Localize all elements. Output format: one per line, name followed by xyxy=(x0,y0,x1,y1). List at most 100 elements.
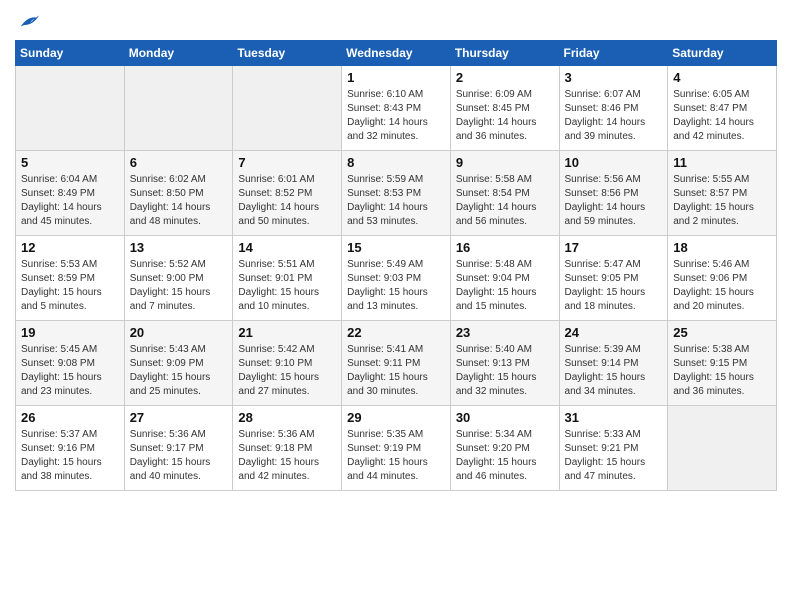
day-detail: Sunrise: 5:48 AMSunset: 9:04 PMDaylight:… xyxy=(456,258,554,314)
day-detail: Sunrise: 5:47 AMSunset: 9:05 PMDaylight:… xyxy=(565,258,663,314)
calendar-cell: 8 Sunrise: 5:59 AMSunset: 8:53 PMDaylight… xyxy=(342,151,451,236)
calendar-cell: 20 Sunrise: 5:43 AMSunset: 9:09 PMDayligh… xyxy=(124,321,233,406)
calendar-cell: 21 Sunrise: 5:42 AMSunset: 9:10 PMDayligh… xyxy=(233,321,342,406)
calendar-cell: 22 Sunrise: 5:41 AMSunset: 9:11 PMDayligh… xyxy=(342,321,451,406)
day-detail: Sunrise: 6:01 AMSunset: 8:52 PMDaylight:… xyxy=(238,173,336,229)
day-detail: Sunrise: 5:59 AMSunset: 8:53 PMDaylight:… xyxy=(347,173,445,229)
calendar-cell xyxy=(668,406,777,491)
day-number: 23 xyxy=(456,325,554,340)
calendar-cell: 26 Sunrise: 5:37 AMSunset: 9:16 PMDayligh… xyxy=(16,406,125,491)
day-number: 30 xyxy=(456,410,554,425)
day-number: 1 xyxy=(347,70,445,85)
day-detail: Sunrise: 6:02 AMSunset: 8:50 PMDaylight:… xyxy=(130,173,228,229)
calendar-cell: 25Sunrise: 5:38 AMSunset: 9:15 PMDayligh… xyxy=(668,321,777,406)
weekday-header-tuesday: Tuesday xyxy=(233,41,342,66)
day-detail: Sunrise: 5:43 AMSunset: 9:09 PMDaylight:… xyxy=(130,343,228,399)
day-detail: Sunrise: 5:36 AMSunset: 9:18 PMDaylight:… xyxy=(238,428,336,484)
weekday-header-row: SundayMondayTuesdayWednesdayThursdayFrid… xyxy=(16,41,777,66)
day-number: 13 xyxy=(130,240,228,255)
calendar-cell: 5 Sunrise: 6:04 AMSunset: 8:49 PMDaylight… xyxy=(16,151,125,236)
day-number: 25 xyxy=(673,325,771,340)
day-number: 10 xyxy=(565,155,663,170)
calendar-cell: 31 Sunrise: 5:33 AMSunset: 9:21 PMDayligh… xyxy=(559,406,668,491)
calendar-cell: 30Sunrise: 5:34 AMSunset: 9:20 PMDayligh… xyxy=(450,406,559,491)
calendar-cell: 29 Sunrise: 5:35 AMSunset: 9:19 PMDayligh… xyxy=(342,406,451,491)
calendar-cell: 10 Sunrise: 5:56 AMSunset: 8:56 PMDayligh… xyxy=(559,151,668,236)
day-detail: Sunrise: 5:46 AMSunset: 9:06 PMDaylight:… xyxy=(673,258,771,314)
weekday-header-wednesday: Wednesday xyxy=(342,41,451,66)
day-number: 26 xyxy=(21,410,119,425)
day-number: 18 xyxy=(673,240,771,255)
weekday-header-thursday: Thursday xyxy=(450,41,559,66)
calendar-cell xyxy=(124,66,233,151)
day-number: 9 xyxy=(456,155,554,170)
day-number: 4 xyxy=(673,70,771,85)
weekday-header-monday: Monday xyxy=(124,41,233,66)
day-number: 24 xyxy=(565,325,663,340)
day-detail: Sunrise: 5:58 AMSunset: 8:54 PMDaylight:… xyxy=(456,173,554,229)
day-number: 17 xyxy=(565,240,663,255)
day-detail: Sunrise: 5:56 AMSunset: 8:56 PMDaylight:… xyxy=(565,173,663,229)
day-detail: Sunrise: 5:41 AMSunset: 9:11 PMDaylight:… xyxy=(347,343,445,399)
day-detail: Sunrise: 6:04 AMSunset: 8:49 PMDaylight:… xyxy=(21,173,119,229)
calendar-cell: 15 Sunrise: 5:49 AMSunset: 9:03 PMDayligh… xyxy=(342,236,451,321)
day-number: 5 xyxy=(21,155,119,170)
day-number: 6 xyxy=(130,155,228,170)
day-number: 8 xyxy=(347,155,445,170)
calendar-cell: 3Sunrise: 6:07 AMSunset: 8:46 PMDaylight… xyxy=(559,66,668,151)
header xyxy=(15,10,777,32)
calendar-cell xyxy=(16,66,125,151)
day-number: 27 xyxy=(130,410,228,425)
day-number: 22 xyxy=(347,325,445,340)
weekday-header-sunday: Sunday xyxy=(16,41,125,66)
page: SundayMondayTuesdayWednesdayThursdayFrid… xyxy=(0,0,792,506)
week-row-1: 1 Sunrise: 6:10 AMSunset: 8:43 PMDaylight… xyxy=(16,66,777,151)
weekday-header-saturday: Saturday xyxy=(668,41,777,66)
day-number: 20 xyxy=(130,325,228,340)
day-detail: Sunrise: 5:49 AMSunset: 9:03 PMDaylight:… xyxy=(347,258,445,314)
day-detail: Sunrise: 5:51 AMSunset: 9:01 PMDaylight:… xyxy=(238,258,336,314)
day-detail: Sunrise: 5:36 AMSunset: 9:17 PMDaylight:… xyxy=(130,428,228,484)
calendar-cell: 18 Sunrise: 5:46 AMSunset: 9:06 PMDayligh… xyxy=(668,236,777,321)
day-detail: Sunrise: 5:45 AMSunset: 9:08 PMDaylight:… xyxy=(21,343,119,399)
calendar-cell: 24 Sunrise: 5:39 AMSunset: 9:14 PMDayligh… xyxy=(559,321,668,406)
day-number: 12 xyxy=(21,240,119,255)
week-row-5: 26 Sunrise: 5:37 AMSunset: 9:16 PMDayligh… xyxy=(16,406,777,491)
day-detail: Sunrise: 5:37 AMSunset: 9:16 PMDaylight:… xyxy=(21,428,119,484)
calendar-cell: 6 Sunrise: 6:02 AMSunset: 8:50 PMDaylight… xyxy=(124,151,233,236)
day-number: 21 xyxy=(238,325,336,340)
week-row-4: 19 Sunrise: 5:45 AMSunset: 9:08 PMDayligh… xyxy=(16,321,777,406)
day-number: 28 xyxy=(238,410,336,425)
day-detail: Sunrise: 5:42 AMSunset: 9:10 PMDaylight:… xyxy=(238,343,336,399)
calendar-cell: 16Sunrise: 5:48 AMSunset: 9:04 PMDayligh… xyxy=(450,236,559,321)
day-number: 29 xyxy=(347,410,445,425)
calendar-cell: 23 Sunrise: 5:40 AMSunset: 9:13 PMDayligh… xyxy=(450,321,559,406)
day-detail: Sunrise: 5:53 AMSunset: 8:59 PMDaylight:… xyxy=(21,258,119,314)
day-number: 15 xyxy=(347,240,445,255)
logo xyxy=(15,10,39,32)
week-row-2: 5 Sunrise: 6:04 AMSunset: 8:49 PMDaylight… xyxy=(16,151,777,236)
calendar-cell: 4 Sunrise: 6:05 AMSunset: 8:47 PMDaylight… xyxy=(668,66,777,151)
day-detail: Sunrise: 5:39 AMSunset: 9:14 PMDaylight:… xyxy=(565,343,663,399)
week-row-3: 12 Sunrise: 5:53 AMSunset: 8:59 PMDayligh… xyxy=(16,236,777,321)
day-number: 2 xyxy=(456,70,554,85)
day-number: 31 xyxy=(565,410,663,425)
day-detail: Sunrise: 5:35 AMSunset: 9:19 PMDaylight:… xyxy=(347,428,445,484)
day-detail: Sunrise: 5:33 AMSunset: 9:21 PMDaylight:… xyxy=(565,428,663,484)
day-detail: Sunrise: 6:10 AMSunset: 8:43 PMDaylight:… xyxy=(347,88,445,144)
weekday-header-friday: Friday xyxy=(559,41,668,66)
calendar-cell: 14 Sunrise: 5:51 AMSunset: 9:01 PMDayligh… xyxy=(233,236,342,321)
calendar-cell: 11Sunrise: 5:55 AMSunset: 8:57 PMDayligh… xyxy=(668,151,777,236)
day-detail: Sunrise: 6:05 AMSunset: 8:47 PMDaylight:… xyxy=(673,88,771,144)
day-detail: Sunrise: 5:52 AMSunset: 9:00 PMDaylight:… xyxy=(130,258,228,314)
day-number: 14 xyxy=(238,240,336,255)
calendar-cell: 28 Sunrise: 5:36 AMSunset: 9:18 PMDayligh… xyxy=(233,406,342,491)
day-number: 19 xyxy=(21,325,119,340)
calendar-cell xyxy=(233,66,342,151)
day-detail: Sunrise: 5:40 AMSunset: 9:13 PMDaylight:… xyxy=(456,343,554,399)
logo-bird-icon xyxy=(17,10,39,32)
calendar-cell: 27 Sunrise: 5:36 AMSunset: 9:17 PMDayligh… xyxy=(124,406,233,491)
calendar-cell: 13 Sunrise: 5:52 AMSunset: 9:00 PMDayligh… xyxy=(124,236,233,321)
calendar-cell: 7Sunrise: 6:01 AMSunset: 8:52 PMDaylight… xyxy=(233,151,342,236)
calendar-table: SundayMondayTuesdayWednesdayThursdayFrid… xyxy=(15,40,777,491)
